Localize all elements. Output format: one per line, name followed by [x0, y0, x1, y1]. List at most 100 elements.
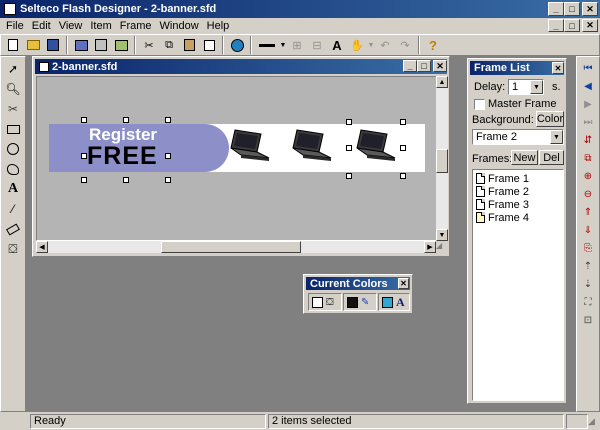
- menu-item[interactable]: Item: [86, 18, 115, 34]
- frame-list-item[interactable]: Frame 2: [473, 185, 563, 198]
- selection-handle[interactable]: [123, 117, 129, 123]
- next-frame-icon[interactable]: ▶: [578, 95, 598, 113]
- resize-grip-icon[interactable]: ◢: [436, 241, 448, 253]
- menu-file[interactable]: File: [2, 18, 28, 34]
- doc-close-button[interactable]: ✕: [582, 19, 598, 32]
- text-color-swatch[interactable]: A: [378, 293, 410, 311]
- selection-handle[interactable]: [81, 177, 87, 183]
- export-icon[interactable]: [91, 35, 111, 55]
- polygon-tool-icon[interactable]: [2, 159, 24, 179]
- redo-icon[interactable]: ↷: [395, 35, 415, 55]
- frame-list-item[interactable]: Frame 3: [473, 198, 563, 211]
- selection-handle[interactable]: [400, 145, 406, 151]
- layer-up-icon[interactable]: ⇡: [578, 257, 598, 275]
- selection-handle[interactable]: [81, 117, 87, 123]
- layer-down-icon[interactable]: ⇣: [578, 275, 598, 293]
- color-button[interactable]: Color: [536, 111, 564, 127]
- fill-bucket-icon[interactable]: ⛋: [2, 239, 24, 259]
- vertical-scroll-thumb[interactable]: [436, 149, 448, 173]
- save-icon[interactable]: [43, 35, 63, 55]
- paste-icon[interactable]: [179, 35, 199, 55]
- ellipse-tool-icon[interactable]: [2, 139, 24, 159]
- delay-select[interactable]: 1 ▼: [508, 79, 544, 95]
- rectangle-tool-icon[interactable]: [2, 119, 24, 139]
- fit-frame-icon[interactable]: ⛶: [578, 293, 598, 311]
- frame-remove-icon[interactable]: ⊖: [578, 185, 598, 203]
- selection-handle[interactable]: [165, 177, 171, 183]
- selection-handle[interactable]: [346, 119, 352, 125]
- new-file-icon[interactable]: [3, 35, 23, 55]
- delay-dropdown-arrow-icon[interactable]: ▼: [530, 80, 543, 94]
- horizontal-scroll-thumb[interactable]: [161, 241, 301, 253]
- selection-handle[interactable]: [400, 119, 406, 125]
- horizontal-scrollbar[interactable]: ◀ ▶: [36, 241, 436, 253]
- current-colors-close-button[interactable]: ✕: [398, 278, 409, 289]
- doc-window-maximize-button[interactable]: □: [417, 60, 431, 72]
- frame-list-item[interactable]: Frame 4: [473, 211, 563, 224]
- doc-restore-button[interactable]: □: [564, 19, 580, 32]
- scroll-up-button[interactable]: ▲: [436, 76, 448, 88]
- line-style-icon[interactable]: [255, 35, 279, 55]
- selection-handle[interactable]: [346, 145, 352, 151]
- group-icon[interactable]: ⊞: [287, 35, 307, 55]
- frame-action-icon[interactable]: ⇵: [578, 131, 598, 149]
- doc-window-close-button[interactable]: ✕: [433, 60, 447, 72]
- hand-icon[interactable]: ✋: [347, 35, 367, 55]
- text-tool-icon[interactable]: A: [2, 179, 24, 199]
- frame-list-close-button[interactable]: ✕: [552, 62, 564, 74]
- selection-handle[interactable]: [400, 173, 406, 179]
- import-icon[interactable]: [71, 35, 91, 55]
- fill-color-swatch[interactable]: ⛋: [308, 293, 342, 311]
- doc-minimize-button[interactable]: _: [548, 19, 564, 32]
- align-icon[interactable]: ⊟: [307, 35, 327, 55]
- image-icon[interactable]: [111, 35, 131, 55]
- text-tool-icon[interactable]: A: [327, 35, 347, 55]
- vertical-scrollbar[interactable]: ▲ ▼: [436, 76, 448, 241]
- undo-icon[interactable]: ↶: [375, 35, 395, 55]
- close-button[interactable]: ✕: [582, 2, 598, 16]
- maximize-button[interactable]: □: [564, 2, 580, 16]
- cut-icon[interactable]: ✂: [139, 35, 159, 55]
- first-frame-icon[interactable]: ⏮: [578, 59, 598, 77]
- frame-copy-icon[interactable]: ⧉: [578, 149, 598, 167]
- window-resize-grip-icon[interactable]: ◢: [588, 416, 595, 427]
- frame-select[interactable]: Frame 2 ▼: [472, 129, 564, 145]
- selection-handle[interactable]: [81, 153, 87, 159]
- line-color-swatch[interactable]: ✎: [343, 293, 377, 311]
- scroll-left-button[interactable]: ◀: [36, 241, 48, 253]
- frame-paste-icon[interactable]: ⎘: [578, 239, 598, 257]
- eyedropper-icon[interactable]: ⁄: [2, 199, 24, 219]
- master-frame-checkbox[interactable]: [474, 99, 485, 110]
- eraser-icon[interactable]: [2, 219, 24, 239]
- help-icon[interactable]: ?: [423, 35, 443, 55]
- frame-dropdown-arrow-icon[interactable]: ▼: [550, 130, 563, 144]
- scissors-icon[interactable]: ✂: [2, 99, 24, 119]
- menu-frame[interactable]: Frame: [116, 18, 156, 34]
- frame-move-down-icon[interactable]: ⇓: [578, 221, 598, 239]
- scroll-right-button[interactable]: ▶: [424, 241, 436, 253]
- new-frame-button[interactable]: New: [511, 150, 538, 165]
- doc-window-minimize-button[interactable]: _: [403, 60, 417, 72]
- last-frame-icon[interactable]: ⏭: [578, 113, 598, 131]
- menu-window[interactable]: Window: [156, 18, 203, 34]
- select-arrow-icon[interactable]: ➚: [2, 59, 24, 79]
- minimize-button[interactable]: _: [548, 2, 564, 16]
- selection-handle[interactable]: [165, 117, 171, 123]
- dropdown-arrow-icon[interactable]: ▼: [279, 35, 287, 55]
- selection-handle[interactable]: [123, 177, 129, 183]
- delete-icon[interactable]: [199, 35, 219, 55]
- menu-view[interactable]: View: [55, 18, 87, 34]
- preview-icon[interactable]: [227, 35, 247, 55]
- center-frame-icon[interactable]: ⊡: [578, 311, 598, 329]
- zoom-icon[interactable]: 🔍︎: [2, 79, 24, 99]
- previous-frame-icon[interactable]: ◀: [578, 77, 598, 95]
- delete-frame-button[interactable]: Del: [539, 150, 564, 165]
- frame-insert-icon[interactable]: ⊕: [578, 167, 598, 185]
- banner[interactable]: Register FREE: [49, 124, 425, 172]
- open-folder-icon[interactable]: [23, 35, 43, 55]
- copy-icon[interactable]: ⧉: [159, 35, 179, 55]
- scroll-down-button[interactable]: ▼: [436, 229, 448, 241]
- dropdown-arrow-icon[interactable]: ▼: [367, 35, 375, 55]
- menu-help[interactable]: Help: [203, 18, 234, 34]
- frame-list-item[interactable]: Frame 1: [473, 172, 563, 185]
